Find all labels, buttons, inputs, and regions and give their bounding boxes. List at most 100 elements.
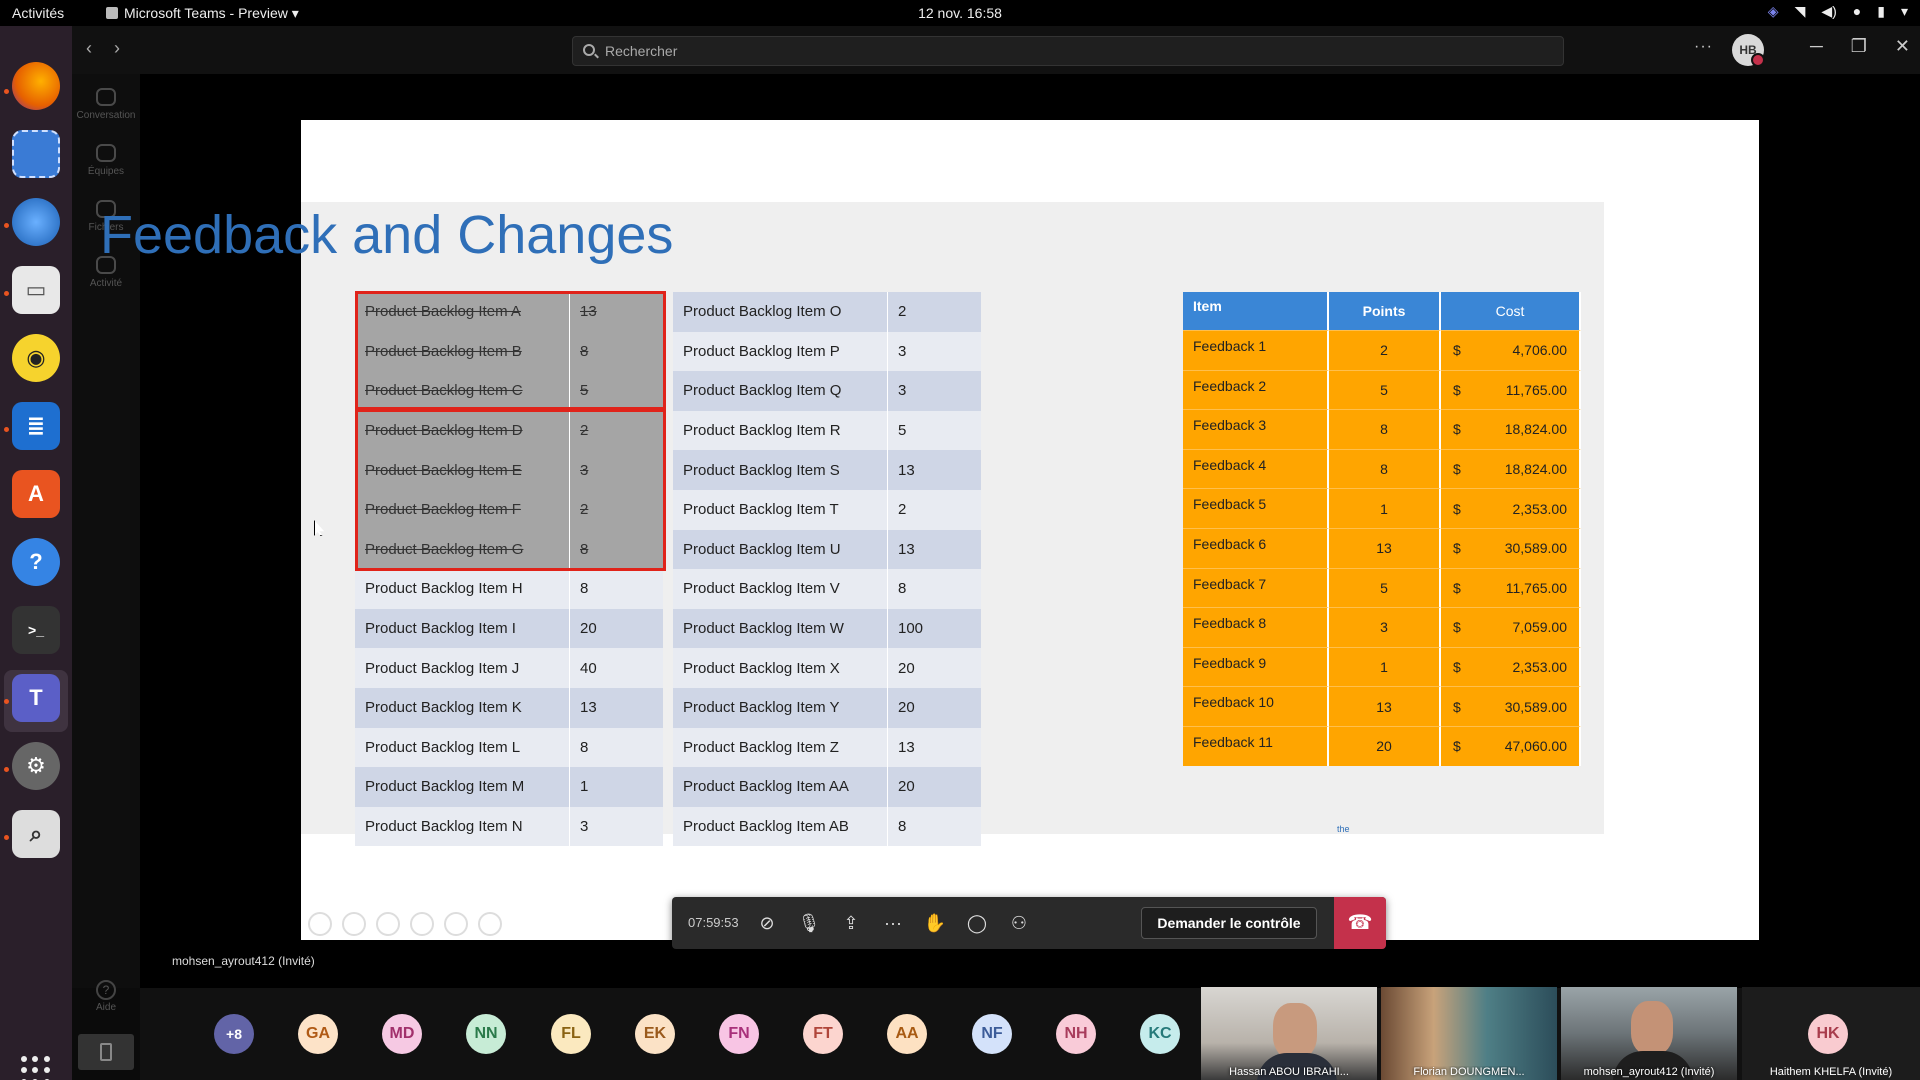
backlog-item-name: Product Backlog Item T (673, 489, 887, 530)
system-tray[interactable]: ◈ ◥ ◀) ● ▮ ▾ (1768, 3, 1908, 20)
minimize-icon[interactable]: ─ (1810, 36, 1823, 57)
more-actions-icon[interactable]: ··· (880, 910, 906, 936)
backlog-row: Product Backlog Item Q3 (673, 371, 981, 411)
close-icon[interactable]: ✕ (1895, 36, 1910, 57)
cost-value: 30,589.00 (1504, 540, 1567, 557)
participant-face (1273, 1003, 1317, 1059)
microphone-icon[interactable]: ● (1853, 3, 1861, 20)
zoom-icon[interactable] (444, 912, 468, 936)
participant-avatar[interactable]: NF (972, 1014, 1012, 1054)
hang-up-button[interactable]: ☎ (1334, 897, 1386, 949)
libreoffice-writer-icon[interactable]: ≣ (12, 402, 60, 450)
software-center-icon[interactable]: A (12, 470, 60, 518)
participant-video-tile[interactable]: mohsen_ayrout412 (Invité) (1561, 987, 1737, 1080)
backlog-item-name: Product Backlog Item AA (673, 767, 887, 807)
settings-gear-icon[interactable]: ⚙ (12, 742, 60, 790)
back-arrow-icon[interactable]: ‹ (86, 38, 92, 59)
request-control-button[interactable]: Demander le contrôle (1141, 907, 1317, 939)
participant-tile-hk[interactable]: HK Haithem KHELFA (Invité) (1742, 987, 1920, 1080)
grid-view-icon[interactable] (410, 912, 434, 936)
camera-off-icon[interactable]: ⊘ (754, 910, 780, 936)
participant-video-tile[interactable]: Florian DOUNGMEN... (1381, 987, 1557, 1080)
rail-item-help[interactable]: ? Aide (72, 980, 140, 1013)
backlog-item-points: 2 (569, 489, 663, 530)
backlog-item-points: 5 (569, 371, 663, 411)
battery-icon[interactable]: ▮ (1877, 3, 1885, 20)
teams-tray-icon[interactable]: ◈ (1768, 3, 1779, 20)
participant-avatar[interactable]: FL (551, 1014, 591, 1054)
share-screen-icon[interactable]: ⇪ (838, 910, 864, 936)
terminal-icon[interactable]: >_ (12, 606, 60, 654)
phone-icon (100, 1043, 112, 1061)
backlog-row: Product Backlog Item G8 (355, 529, 663, 570)
backlog-row: Product Backlog Item U 13 (673, 529, 981, 570)
more-icon[interactable] (478, 912, 502, 936)
feedback-points: 1 (1329, 488, 1441, 528)
participant-avatar[interactable]: FN (719, 1014, 759, 1054)
rail-label: Aide (95, 1002, 116, 1013)
backlog-item-points: 13 (887, 529, 981, 570)
ubuntu-dock: ▭ ◉ ≣ A ? >_ T ⚙ ⌕ (0, 26, 72, 1080)
participants-overflow-badge[interactable]: +8 (214, 1014, 254, 1054)
forward-arrow-icon[interactable]: › (114, 38, 120, 59)
firefox-icon[interactable] (12, 62, 60, 110)
participant-avatar[interactable]: FT (803, 1014, 843, 1054)
backlog-row: Product Backlog Item H8 (355, 569, 663, 609)
backlog-item-points: 2 (569, 410, 663, 451)
device-thumb[interactable] (78, 1034, 134, 1070)
files-icon[interactable]: ▭ (12, 266, 60, 314)
microphone-muted-icon[interactable]: 🎙 (796, 910, 822, 936)
system-menu-chevron-icon[interactable]: ▾ (1901, 3, 1908, 20)
app-menu[interactable]: Microsoft Teams - Preview ▾ (106, 5, 299, 22)
backlog-item-points: 20 (887, 687, 981, 728)
participant-avatar[interactable]: EK (635, 1014, 675, 1054)
participant-avatar[interactable]: GA (298, 1014, 338, 1054)
rhythmbox-icon[interactable]: ◉ (12, 334, 60, 382)
participant-avatar[interactable]: NN (466, 1014, 506, 1054)
maximize-icon[interactable]: ❐ (1851, 36, 1867, 57)
participant-avatar[interactable]: NH (1056, 1014, 1096, 1054)
magnifier-app-icon[interactable]: ⌕ (12, 810, 60, 858)
help-icon[interactable]: ? (12, 538, 60, 586)
feedback-cost: $11,765.00 (1441, 567, 1581, 608)
chat-bubble-icon[interactable]: ◯ (964, 910, 990, 936)
previous-slide-icon[interactable] (308, 912, 332, 936)
backlog-item-name: Product Backlog Item Q (673, 371, 887, 411)
backlog-row: Product Backlog Item T2 (673, 489, 981, 530)
feedback-row: Feedback 6 13 $30,589.00 (1183, 527, 1581, 568)
teams-icon[interactable]: T (12, 674, 60, 722)
participant-avatar[interactable]: AA (887, 1014, 927, 1054)
user-avatar[interactable]: HB (1732, 34, 1765, 67)
running-indicator (4, 223, 9, 228)
raise-hand-icon[interactable]: ✋ (922, 910, 948, 936)
currency-symbol: $ (1453, 579, 1461, 596)
feedback-item: Feedback 4 (1183, 448, 1329, 489)
feedback-item: Feedback 3 (1183, 409, 1329, 449)
backlog-item-points: 1 (569, 767, 663, 807)
feedback-cost: $7,059.00 (1441, 607, 1581, 647)
search-input[interactable]: Rechercher (572, 36, 1564, 66)
pen-icon[interactable] (376, 912, 400, 936)
backlog-row: Product Backlog Item Y 20 (673, 687, 981, 728)
participant-avatar[interactable]: MD (382, 1014, 422, 1054)
rail-item-conversation[interactable]: Conversation (72, 88, 140, 121)
participant-avatar[interactable]: KC (1140, 1014, 1180, 1054)
feedback-row: Feedback 10 13 $30,589.00 (1183, 686, 1581, 726)
backlog-row: Product Backlog Item C5 (355, 371, 663, 411)
feedback-points: 20 (1329, 725, 1441, 766)
more-options-icon[interactable]: ··· (1694, 38, 1713, 56)
rail-item-teams[interactable]: Équipes (72, 144, 140, 177)
wifi-icon[interactable]: ◥ (1795, 3, 1806, 20)
backlog-item-points: 8 (569, 569, 663, 609)
volume-icon[interactable]: ◀) (1821, 3, 1836, 20)
screenshot-tool-icon[interactable] (12, 130, 60, 178)
activities-button[interactable]: Activités (12, 5, 64, 21)
next-slide-icon[interactable] (342, 912, 366, 936)
feedback-item: Feedback 11 (1183, 725, 1329, 766)
participant-video-tile[interactable]: Hassan ABOU IBRAHI... (1201, 987, 1377, 1080)
participants-icon[interactable]: ⚇ (1006, 910, 1032, 936)
backlog-item-points: 20 (569, 608, 663, 649)
thunderbird-icon[interactable] (12, 198, 60, 246)
backlog-row: Product Backlog Item L8 (355, 727, 663, 768)
show-applications-grid-icon[interactable] (21, 1056, 51, 1080)
